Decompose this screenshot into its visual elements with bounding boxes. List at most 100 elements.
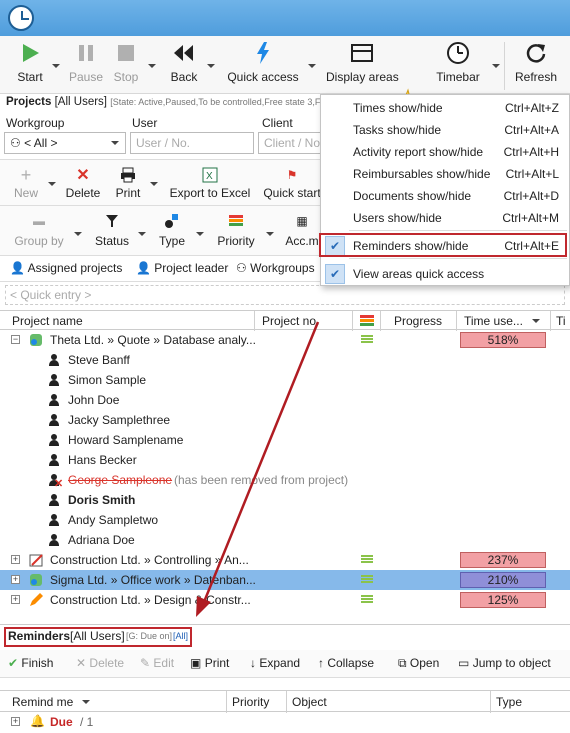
menu-item-tasks[interactable]: Tasks show/hide Ctrl+Alt+A [321,119,569,141]
main-toolbar: Start Pause Stop Back Quick access Displ… [0,36,570,122]
workgroup-icon: ⚇ [236,261,247,275]
table-row[interactable]: Steve Banff [0,350,570,370]
member-name: Hans Becker [68,453,137,467]
toolbar-divider [504,42,505,90]
table-row[interactable]: Jacky Samplethree [0,410,570,430]
menu-item-users[interactable]: Users show/hide Ctrl+Alt+M [321,207,569,229]
open-button[interactable]: ⧉ Open [398,656,439,671]
table-row[interactable]: Hans Becker [0,450,570,470]
col-remind-me[interactable]: Remind me [12,695,73,709]
new-dropdown-caret[interactable] [48,182,56,186]
menu-item-times[interactable]: Times show/hide Ctrl+Alt+Z [321,97,569,119]
due-label: Due [50,715,73,729]
project-name: Construction Ltd. » Controlling » An... [50,553,249,567]
collapse-button[interactable]: ↑ Collapse [318,656,374,670]
workgroup-select[interactable]: ⚇ < All > [4,132,126,154]
quick-entry-input[interactable]: < Quick entry > [5,285,565,305]
stop-button[interactable]: Stop [106,40,146,90]
client-input[interactable]: Client / No [258,132,322,154]
display-areas-button[interactable]: Display areas [326,40,399,90]
user-icon [48,354,60,366]
client-label: Client [262,116,293,130]
back-dropdown-caret[interactable] [207,64,215,68]
sort-icon [82,700,90,704]
timebar-dropdown-caret[interactable] [492,64,500,68]
reminder-edit-button[interactable]: ✎ Edit [140,656,174,670]
col-ti[interactable]: Ti [556,314,566,328]
projects-scope[interactable]: [All Users] [55,96,107,108]
col-type[interactable]: Type [496,695,522,709]
col-project-name[interactable]: Project name [12,314,83,328]
table-row[interactable]: + Construction Ltd. » Controlling » An..… [0,550,570,570]
start-dropdown-caret[interactable] [52,64,60,68]
menu-item-view-areas[interactable]: ✔ View areas quick access [321,263,569,285]
pen-icon [29,554,43,567]
user-label: User [132,116,158,130]
table-row[interactable]: ✕ George Sampleone (has been removed fro… [0,470,570,490]
print-dropdown-caret[interactable] [150,182,158,186]
menu-item-activity-report[interactable]: Activity report show/hide Ctrl+Alt+H [321,141,569,163]
user-icon [48,414,60,426]
tab-assigned-projects[interactable]: 👤 Assigned projects [10,261,122,275]
expand-button[interactable]: ↓ Expand [250,656,300,670]
window-layout-icon [351,44,373,62]
finish-button[interactable]: ✔ Finish [8,656,53,670]
pause-button[interactable]: Pause [64,40,108,90]
col-object[interactable]: Object [292,695,327,709]
table-row[interactable]: Simon Sample [0,370,570,390]
expand-icon[interactable]: + [11,717,20,726]
group-by-button[interactable]: ▬ Group by [10,212,68,262]
column-divider [380,311,381,331]
col-project-no[interactable]: Project no. [262,314,319,328]
table-row[interactable]: Howard Samplename [0,430,570,450]
tab-project-leader[interactable]: 👤 Project leader [136,261,228,275]
stop-icon [118,45,134,61]
timebar-button[interactable]: Timebar [432,40,484,90]
collapse-icon[interactable]: − [11,335,20,344]
check-circle-icon: ✔ [8,656,19,670]
priority-button[interactable]: Priority [212,212,260,262]
priority-caret[interactable] [266,232,274,236]
col-priority[interactable]: Priority [232,695,269,709]
expand-icon[interactable]: + [11,575,20,584]
group-by-caret[interactable] [74,232,82,236]
reminder-print-button[interactable]: ▣ Print [190,656,229,670]
table-row[interactable]: Adriana Doe [0,530,570,550]
column-divider [352,311,353,331]
type-caret[interactable] [196,232,204,236]
table-row[interactable]: Andy Sampletwo [0,510,570,530]
jump-to-object-button[interactable]: ▭ Jump to object [458,656,551,670]
status-button[interactable]: Status [90,212,134,262]
reminders-all-link[interactable]: [All] [173,631,188,641]
sort-icon [532,319,540,323]
quick-access-button[interactable]: Quick access [226,40,300,90]
expand-icon[interactable]: + [11,595,20,604]
table-row[interactable]: − Theta Ltd. » Quote » Database analy...… [0,330,570,350]
tab-workgroups[interactable]: ⚇ Workgroups [236,261,315,275]
col-progress[interactable]: Progress [394,314,442,328]
user-input[interactable]: User / No. [130,132,254,154]
user-icon [48,514,60,526]
expand-icon[interactable]: + [11,555,20,564]
quick-access-dropdown-caret[interactable] [308,64,316,68]
start-button[interactable]: Start [8,40,52,90]
col-time-used[interactable]: Time use... [464,314,523,328]
type-button[interactable]: Type [154,212,190,262]
reminders-filter[interactable]: [G: Due on] [126,631,172,641]
table-row-selected[interactable]: + Sigma Ltd. » Office work » Datenban...… [0,570,570,590]
back-button[interactable]: Back [162,40,206,90]
accounting-button[interactable]: ▦ Acc.m [282,212,322,262]
table-row[interactable]: + Construction Ltd. » Design & Constr...… [0,590,570,610]
projects-filter[interactable]: [State: Active,Paused,To be controlled,F… [110,97,336,107]
status-caret[interactable] [138,232,146,236]
menu-item-documents[interactable]: Documents show/hide Ctrl+Alt+D [321,185,569,207]
reminder-delete-button[interactable]: ✕ Delete [76,656,124,670]
stop-dropdown-caret[interactable] [148,64,156,68]
table-row[interactable]: John Doe [0,390,570,410]
reminders-scope[interactable]: [All Users] [70,629,125,643]
reminders-header: Reminders [All Users] [G: Due on] [All] [0,624,570,648]
table-row[interactable]: Doris Smith [0,490,570,510]
menu-item-reimbursables[interactable]: Reimbursables show/hide Ctrl+Alt+L [321,163,569,185]
reminder-group-row[interactable]: + 🔔 Due / 1 [0,712,570,732]
refresh-button[interactable]: Refresh [512,40,560,90]
